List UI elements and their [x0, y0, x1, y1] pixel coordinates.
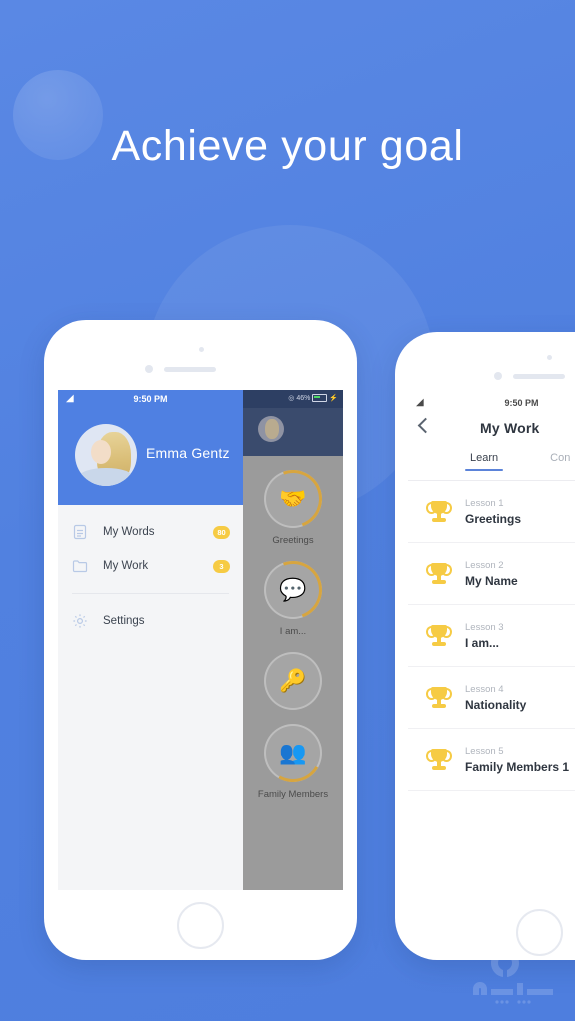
bolt-icon: ⚡ [329, 395, 338, 402]
lesson-tile[interactable]: 👥 Family Members [243, 717, 343, 801]
list-item[interactable]: Lesson 3 I am... [408, 605, 575, 667]
sidebar-item-my-words[interactable]: My Words 80 [58, 515, 243, 549]
drawer-header: ◢ 9:50 PM Emma Gentz [58, 390, 243, 505]
list-item[interactable]: Lesson 2 My Name [408, 543, 575, 605]
page-title: Achieve your goal [111, 122, 464, 170]
promo-banner: Achieve your goal ◎ 46% ⚡ 🤝 Greetings 💬 … [0, 0, 575, 1021]
progress-arc [254, 460, 332, 538]
drawer-menu: My Words 80 My Work 3 Settings [58, 505, 243, 638]
lesson-title: I am... [465, 635, 500, 650]
sensor-icon [145, 365, 153, 373]
lesson-progress-ring: 🔑 [264, 651, 322, 710]
lesson-number: Lesson 5 [465, 745, 504, 757]
home-button[interactable] [516, 909, 563, 956]
lesson-tile[interactable]: 🤝 Greetings [243, 460, 343, 547]
sidebar-item-my-work[interactable]: My Work 3 [58, 549, 243, 583]
phone-mockup-left: ◎ 46% ⚡ 🤝 Greetings 💬 I am... 🔑 👥 Family… [44, 320, 357, 960]
lesson-title: My Name [465, 573, 518, 588]
location-arrow-icon: ◎ [288, 395, 295, 402]
lesson-tile-label: Greetings [272, 535, 314, 546]
gear-icon [70, 611, 90, 631]
divider [72, 593, 229, 594]
lesson-tile-label: Family Members [257, 788, 329, 800]
left-phone-screen: ◎ 46% ⚡ 🤝 Greetings 💬 I am... 🔑 👥 Family… [58, 390, 343, 890]
statusbar: ◢ 9:50 PM [408, 394, 575, 412]
list-item[interactable]: Lesson 5 Family Members 1 [408, 729, 575, 791]
trophy-icon [426, 623, 452, 649]
status-badge: 3 [213, 559, 230, 573]
navigation-drawer: ◢ 9:50 PM Emma Gentz My Words 80 My Work… [58, 390, 243, 890]
earpiece-speaker [164, 367, 216, 372]
statusbar-time: 9:50 PM [133, 394, 168, 404]
lesson-tile[interactable]: 🔑 [243, 651, 343, 710]
dimmed-lesson-panel[interactable]: ◎ 46% ⚡ 🤝 Greetings 💬 I am... 🔑 👥 Family… [243, 390, 343, 890]
battery-percent-label: 46% [296, 395, 311, 402]
lesson-number: Lesson 2 [465, 559, 504, 571]
sidebar-item-label: My Words [103, 526, 155, 538]
front-camera-icon [199, 347, 204, 352]
sensor-icon [494, 372, 502, 380]
lesson-tile-label: I am... [279, 625, 307, 637]
progress-arc [254, 551, 332, 629]
avatar[interactable] [75, 424, 137, 486]
progress-arc [257, 717, 329, 789]
trophy-icon [426, 499, 452, 525]
front-camera-icon [547, 355, 552, 360]
sidebar-item-label: Settings [103, 615, 145, 627]
dim-app-header [243, 408, 343, 456]
dim-statusbar: ◎ 46% ⚡ [243, 390, 343, 408]
statusbar-time: 9:50 PM [504, 398, 539, 408]
phone-mockup-right: ◢ 9:50 PM My Work Learn Con Lesson 1 Gre… [395, 332, 575, 960]
right-phone-screen: ◢ 9:50 PM My Work Learn Con Lesson 1 Gre… [408, 394, 575, 894]
tab-conversation[interactable]: Con [550, 448, 570, 471]
lesson-title: Greetings [465, 511, 522, 526]
sidebar-item-label: My Work [103, 560, 149, 572]
note-icon [70, 522, 90, 542]
sidebar-item-settings[interactable]: Settings [58, 604, 243, 638]
trophy-icon [426, 561, 452, 587]
lesson-number: Lesson 4 [465, 683, 504, 695]
dim-avatar[interactable] [258, 416, 284, 442]
list-item[interactable]: Lesson 1 Greetings [408, 481, 575, 543]
earpiece-speaker [513, 374, 565, 379]
page-title: My Work [480, 420, 540, 436]
dim-lesson-grid[interactable]: 🤝 Greetings 💬 I am... 🔑 👥 Family Members [243, 460, 343, 890]
lesson-title: Nationality [465, 697, 527, 712]
user-name: Emma Gentz [146, 445, 230, 461]
lesson-progress-ring: 👥 [257, 717, 329, 789]
battery-icon [312, 394, 328, 403]
home-button[interactable] [177, 902, 224, 949]
lesson-title: Family Members 1 [465, 759, 570, 774]
list-item[interactable]: Lesson 4 Nationality [408, 667, 575, 729]
status-badge: 80 [213, 525, 230, 539]
folder-icon [70, 556, 90, 576]
lesson-progress-ring: 💬 [254, 551, 332, 629]
statusbar: ◢ 9:50 PM [58, 390, 243, 408]
tab-learn[interactable]: Learn [464, 448, 504, 471]
lesson-list: Lesson 1 Greetings Lesson 2 My Name Less… [408, 480, 575, 791]
trophy-icon [426, 747, 452, 773]
tab-bar: Learn Con [408, 448, 575, 480]
lesson-progress-ring: 🤝 [254, 460, 332, 538]
trophy-icon [426, 685, 452, 711]
navigation-bar: My Work [408, 412, 575, 448]
lesson-number: Lesson 3 [465, 621, 504, 633]
lesson-number: Lesson 1 [465, 497, 504, 509]
back-chevron-icon[interactable] [417, 417, 434, 434]
lesson-tile[interactable]: 💬 I am... [243, 551, 343, 638]
key-icon: 🔑 [279, 667, 307, 693]
